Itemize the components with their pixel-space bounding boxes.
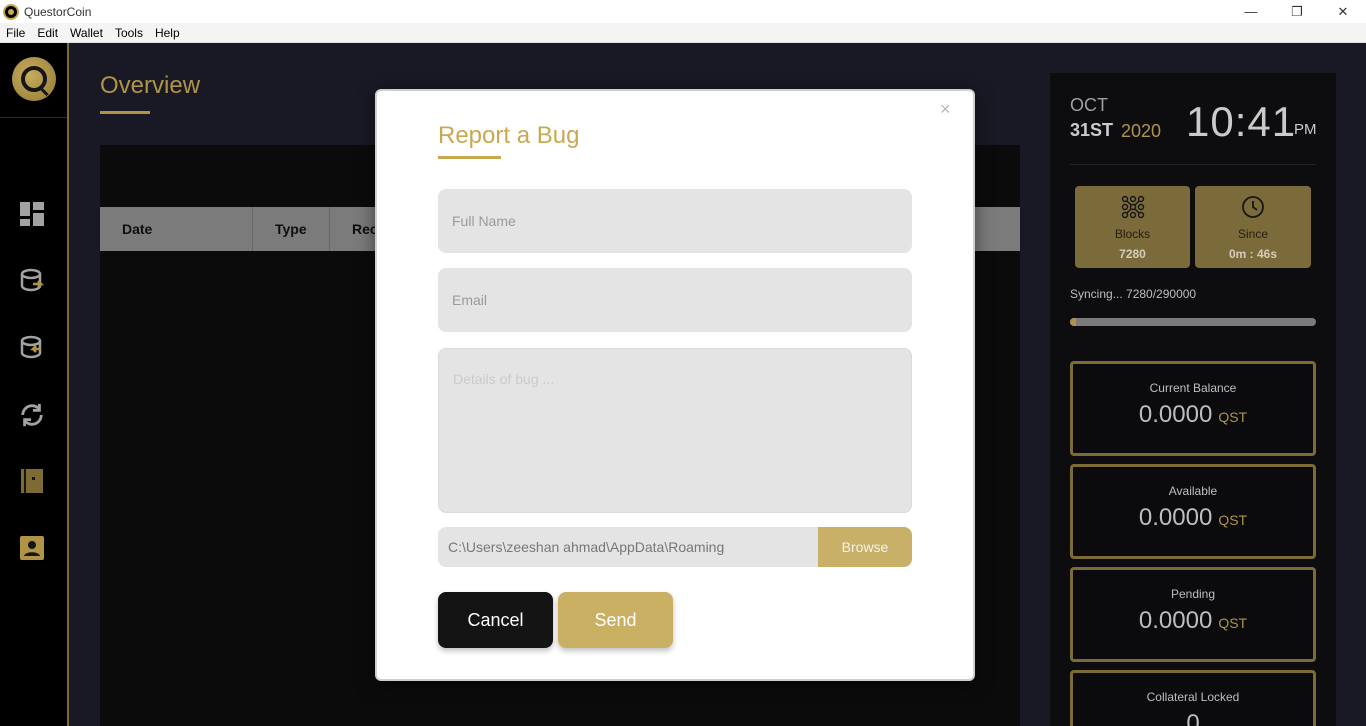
- email-input[interactable]: [438, 268, 912, 332]
- bug-details-textarea[interactable]: [438, 348, 912, 513]
- app-logo-icon: [3, 3, 19, 20]
- menu-bar: File Edit Wallet Tools Help: [0, 23, 1366, 43]
- full-name-input[interactable]: [438, 189, 912, 253]
- attachment-row: C:\Users\zeeshan ahmad\AppData\Roaming B…: [438, 527, 912, 567]
- attachment-path-field[interactable]: C:\Users\zeeshan ahmad\AppData\Roaming: [438, 527, 818, 567]
- minimize-button[interactable]: —: [1228, 0, 1274, 23]
- browse-button[interactable]: Browse: [818, 527, 912, 567]
- menu-file[interactable]: File: [0, 26, 31, 40]
- close-icon[interactable]: ×: [940, 99, 951, 120]
- menu-edit[interactable]: Edit: [31, 26, 64, 40]
- restore-button[interactable]: ❐: [1274, 0, 1320, 23]
- close-window-button[interactable]: ✕: [1320, 0, 1366, 23]
- menu-help[interactable]: Help: [149, 26, 186, 40]
- title-bar: QuestorCoin — ❐ ✕: [0, 0, 1366, 23]
- dialog-title: Report a Bug: [438, 122, 580, 149]
- menu-wallet[interactable]: Wallet: [64, 26, 109, 40]
- dialog-title-underline: [438, 156, 501, 159]
- menu-tools[interactable]: Tools: [109, 26, 149, 40]
- report-bug-dialog: × Report a Bug C:\Users\zeeshan ahmad\Ap…: [375, 89, 975, 681]
- window-title: QuestorCoin: [24, 4, 92, 19]
- send-button[interactable]: Send: [558, 592, 673, 648]
- cancel-button[interactable]: Cancel: [438, 592, 553, 648]
